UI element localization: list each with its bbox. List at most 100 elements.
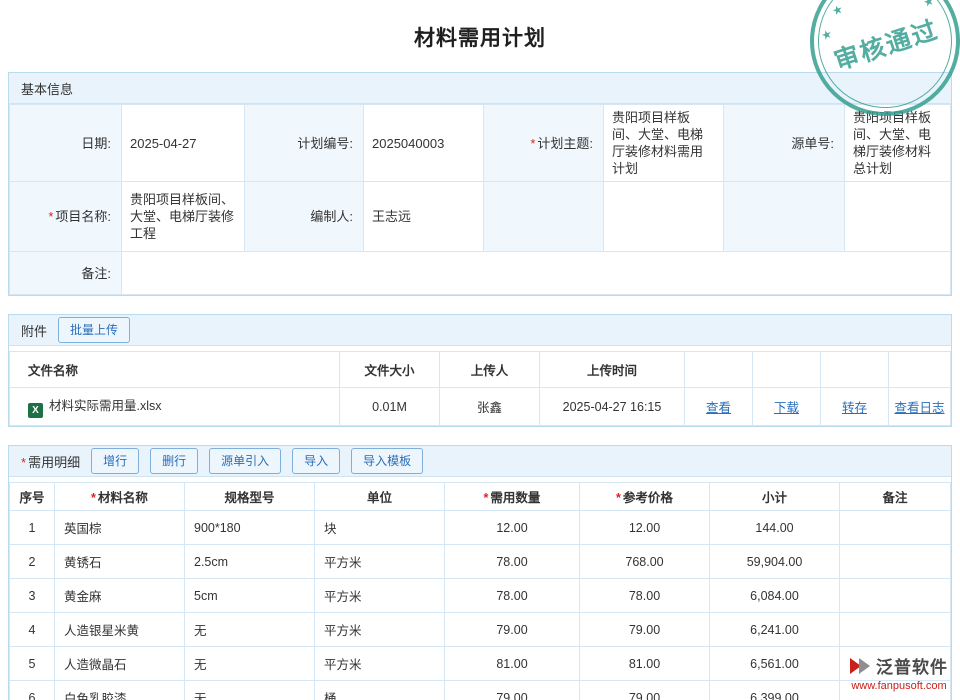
file-size-header: 文件大小: [340, 352, 440, 388]
price-cell: 79.00: [580, 681, 710, 700]
material-name-cell: 人造微晶石: [55, 647, 185, 681]
empty-value-cell: [845, 182, 951, 252]
price-cell: 79.00: [580, 613, 710, 647]
source-label-cell: 源单号:: [724, 105, 845, 182]
attachment-action-header: [821, 352, 889, 388]
attachments-title: 附件: [21, 321, 47, 340]
date-label-cell: 日期:: [10, 105, 122, 182]
subject-label-cell: *计划主题:: [484, 105, 604, 182]
subtotal-cell: 6,084.00: [710, 579, 840, 613]
seq-cell: 6: [10, 681, 55, 700]
unit-cell: 平方米: [315, 545, 445, 579]
source-value: 贵阳项目样板间、大堂、电梯厅装修材料总计划: [853, 110, 931, 176]
date-value-cell: 2025-04-27: [122, 105, 245, 182]
material-name-cell: 黄锈石: [55, 545, 185, 579]
source-value-cell: 贵阳项目样板间、大堂、电梯厅装修材料总计划: [845, 105, 951, 182]
seq-cell: 4: [10, 613, 55, 647]
basic-info-section: 基本信息 日期: 2025-04-27 计划编号: 2025040003 *计划…: [8, 72, 952, 296]
transfer-action-cell: 转存: [821, 388, 889, 426]
seq-header: 序号: [10, 483, 55, 511]
view-action-cell: 查看: [685, 388, 753, 426]
spec-cell: 无: [185, 647, 315, 681]
spec-cell: 5cm: [185, 579, 315, 613]
price-cell: 768.00: [580, 545, 710, 579]
uploader-header: 上传人: [440, 352, 540, 388]
material-name-cell: 白色乳胶漆: [55, 681, 185, 700]
detail-row: 5 人造微晶石 无 平方米 81.00 81.00 6,561.00: [10, 647, 951, 681]
price-cell: 12.00: [580, 511, 710, 545]
plan-no-label: 计划编号:: [297, 136, 353, 151]
vendor-brand-name: 泛普软件: [876, 653, 948, 678]
attachment-row: 材料实际需用量.xlsx 0.01M 张鑫 2025-04-27 16:15 查…: [10, 388, 951, 426]
quantity-cell: 78.00: [445, 545, 580, 579]
remark-cell: [840, 579, 951, 613]
empty-label-cell: [484, 182, 604, 252]
remark-cell: [840, 511, 951, 545]
spec-cell: 2.5cm: [185, 545, 315, 579]
unit-header: 单位: [315, 483, 445, 511]
import-from-source-button[interactable]: 源单引入: [209, 448, 281, 474]
batch-upload-button[interactable]: 批量上传: [58, 317, 130, 343]
view-log-action-cell: 查看日志: [889, 388, 951, 426]
page: 材料需用计划 审核通过 基本信息 日期: 2025-04-27 计划编号: 20…: [0, 0, 960, 700]
details-header-row: 序号 *材料名称 规格型号 单位 *需用数量 *参考价格 小计 备注: [10, 483, 951, 511]
spec-cell: 无: [185, 613, 315, 647]
view-log-link[interactable]: 查看日志: [894, 401, 944, 415]
quantity-cell: 12.00: [445, 511, 580, 545]
unit-cell: 桶: [315, 681, 445, 700]
file-name-cell: 材料实际需用量.xlsx: [10, 388, 340, 426]
subject-value: 贵阳项目样板间、大堂、电梯厅装修材料需用计划: [612, 110, 703, 176]
subtotal-cell: 144.00: [710, 511, 840, 545]
quantity-cell: 79.00: [445, 613, 580, 647]
plan-no-value: 2025040003: [372, 136, 444, 151]
price-cell: 78.00: [580, 579, 710, 613]
basic-row-3: 备注:: [10, 252, 951, 295]
subject-value-cell: 贵阳项目样板间、大堂、电梯厅装修材料需用计划: [604, 105, 724, 182]
date-label: 日期:: [81, 136, 111, 151]
uploader-cell: 张鑫: [440, 388, 540, 426]
quantity-cell: 78.00: [445, 579, 580, 613]
vendor-brand-line: 泛普软件: [850, 653, 948, 678]
creator-value: 王志远: [372, 209, 411, 224]
remark-value-cell: [122, 252, 951, 295]
fanpu-logo-icon: [850, 657, 872, 675]
remark-label: 备注:: [81, 266, 111, 281]
remark-cell: [840, 613, 951, 647]
attachments-table: 文件名称 文件大小 上传人 上传时间 材料实际需用量.xlsx 0.01M 张鑫…: [9, 351, 951, 426]
add-row-button[interactable]: 增行: [91, 448, 139, 474]
unit-cell: 块: [315, 511, 445, 545]
price-header: *参考价格: [580, 483, 710, 511]
transfer-link[interactable]: 转存: [842, 401, 867, 415]
subject-label: 计划主题:: [537, 136, 593, 151]
seq-cell: 1: [10, 511, 55, 545]
empty-label-cell: [724, 182, 845, 252]
details-title: *需用明细: [21, 452, 80, 471]
source-label: 源单号:: [791, 136, 834, 151]
required-asterisk: *: [616, 491, 621, 505]
download-link[interactable]: 下载: [774, 401, 799, 415]
required-asterisk: *: [530, 136, 535, 151]
remark-header: 备注: [840, 483, 951, 511]
details-title-text: 需用明细: [28, 455, 80, 470]
detail-row: 2 黄锈石 2.5cm 平方米 78.00 768.00 59,904.00: [10, 545, 951, 579]
subtotal-cell: 6,241.00: [710, 613, 840, 647]
material-name-cell: 英国棕: [55, 511, 185, 545]
attachment-action-header: [889, 352, 951, 388]
view-link[interactable]: 查看: [706, 401, 731, 415]
unit-cell: 平方米: [315, 579, 445, 613]
delete-row-button[interactable]: 删行: [150, 448, 198, 474]
upload-time-header: 上传时间: [540, 352, 685, 388]
import-button[interactable]: 导入: [292, 448, 340, 474]
creator-label: 编制人:: [310, 209, 353, 224]
seq-cell: 5: [10, 647, 55, 681]
required-asterisk: *: [484, 491, 489, 505]
date-value: 2025-04-27: [130, 136, 197, 151]
seq-cell: 2: [10, 545, 55, 579]
attachment-action-header: [685, 352, 753, 388]
detail-row: 4 人造银星米黄 无 平方米 79.00 79.00 6,241.00: [10, 613, 951, 647]
file-name-header: 文件名称: [10, 352, 340, 388]
basic-info-header: 基本信息: [9, 73, 951, 104]
import-template-button[interactable]: 导入模板: [351, 448, 423, 474]
attachments-section: 附件 批量上传 文件名称 文件大小 上传人 上传时间 材料实际需用量.xlsx: [8, 314, 952, 427]
project-value-cell: 贵阳项目样板间、大堂、电梯厅装修工程: [122, 182, 245, 252]
